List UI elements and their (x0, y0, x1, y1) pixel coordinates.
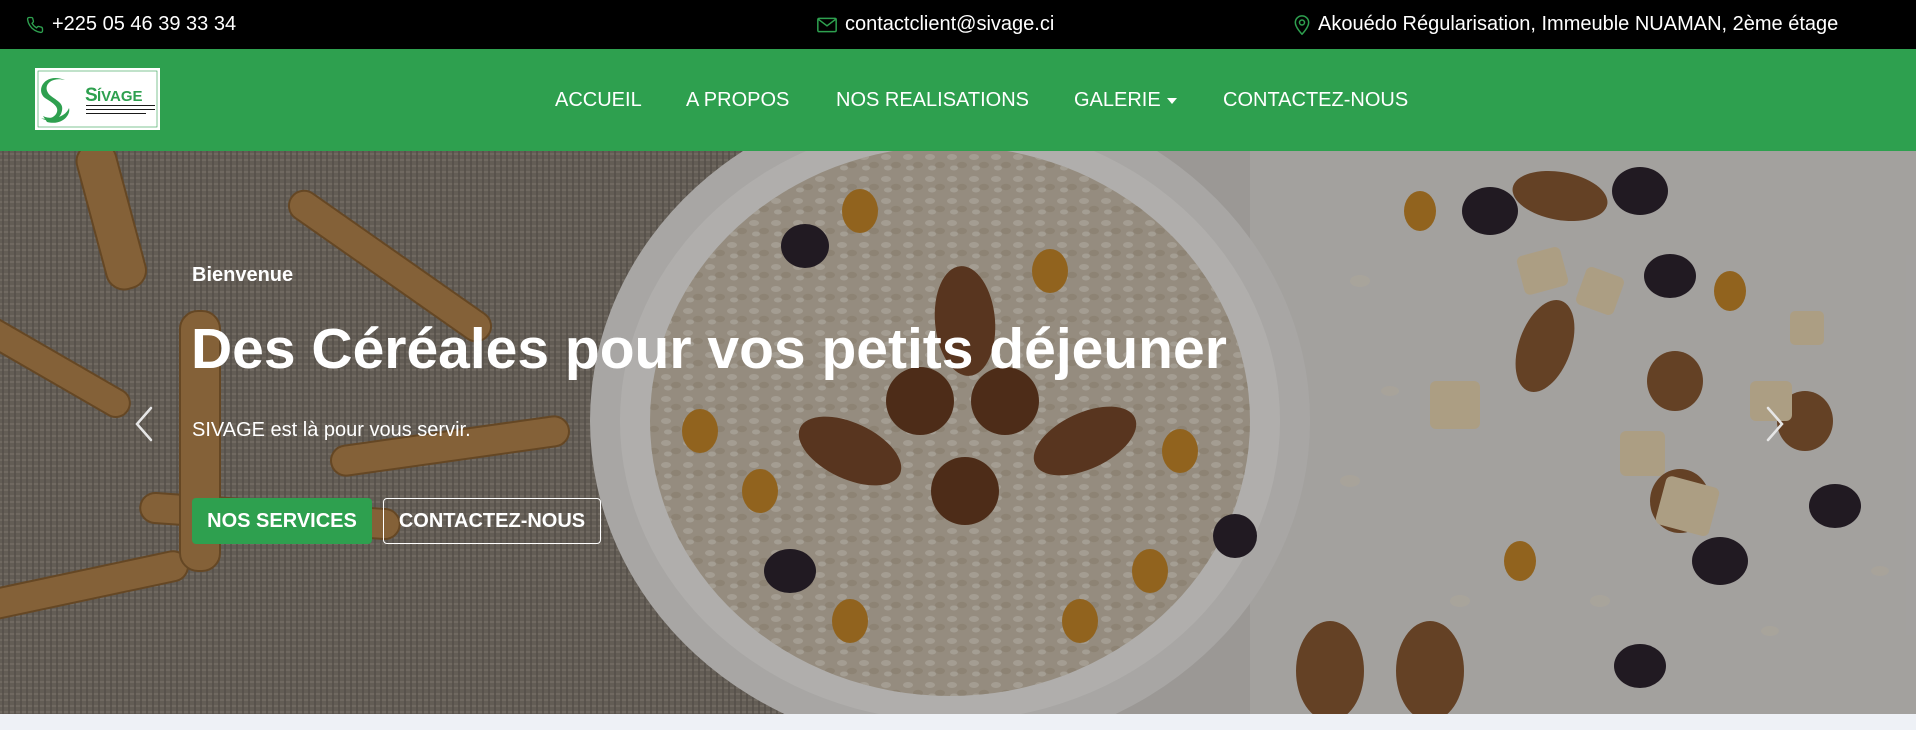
topbar-address-text: Akouédo Régularisation, Immeuble NUAMAN,… (1318, 13, 1839, 35)
nav-item-a-propos[interactable]: A PROPOS (686, 49, 789, 151)
map-pin-icon (1294, 14, 1310, 35)
nav-item-accueil[interactable]: ACCUEIL (555, 49, 642, 151)
hero-subtitle: SIVAGE est là pour vous servir. (192, 419, 471, 441)
topbar-email[interactable]: contactclient@sivage.ci (817, 0, 1054, 49)
nav-item-label: ACCUEIL (555, 88, 642, 111)
nav-item-label: NOS REALISATIONS (836, 88, 1030, 111)
caret-down-icon (1166, 97, 1177, 104)
topbar-address: Akouédo Régularisation, Immeuble NUAMAN,… (1294, 0, 1838, 49)
hero-kicker: Bienvenue (192, 264, 294, 286)
hero-title: Des Céréales pour vos petits déjeuner (191, 317, 1227, 381)
topbar-email-text: contactclient@sivage.ci (845, 13, 1055, 35)
topbar-phone[interactable]: +225 05 46 39 33 34 (26, 0, 236, 49)
nav-item-nos-realisations[interactable]: NOS REALISATIONS (836, 49, 1029, 151)
nav-item-galerie-dropdown[interactable]: GALERIE (1074, 49, 1177, 151)
nos-services-button[interactable]: NOS SERVICES (192, 498, 372, 544)
nav-item-label: GALERIE (1074, 88, 1161, 111)
nav-item-label: A PROPOS (686, 88, 790, 111)
carousel-next-button[interactable] (1757, 401, 1793, 451)
topbar-phone-text: +225 05 46 39 33 34 (52, 13, 237, 35)
nav-item-label: CONTACTEZ-NOUS (1223, 88, 1409, 111)
nav-item-contactez-nous[interactable]: CONTACTEZ-NOUS (1223, 49, 1408, 151)
contactez-nous-button[interactable]: CONTACTEZ-NOUS (383, 498, 601, 544)
nav-menu: ACCUEIL A PROPOS NOS REALISATIONS GALERI… (0, 49, 1916, 151)
hero-carousel: Bienvenue Des Céréales pour vos petits d… (0, 151, 1916, 714)
page-content-area (0, 714, 1916, 730)
main-navbar: S ÍVAGE ACCUEIL A PROPOS NOS REALISATION… (0, 49, 1916, 151)
envelope-icon (817, 17, 837, 33)
chevron-left-icon (134, 406, 154, 447)
carousel-prev-button[interactable] (126, 401, 162, 451)
chevron-right-icon (1765, 406, 1785, 447)
top-contact-bar: +225 05 46 39 33 34 contactclient@sivage… (0, 0, 1916, 49)
phone-icon (26, 16, 44, 34)
